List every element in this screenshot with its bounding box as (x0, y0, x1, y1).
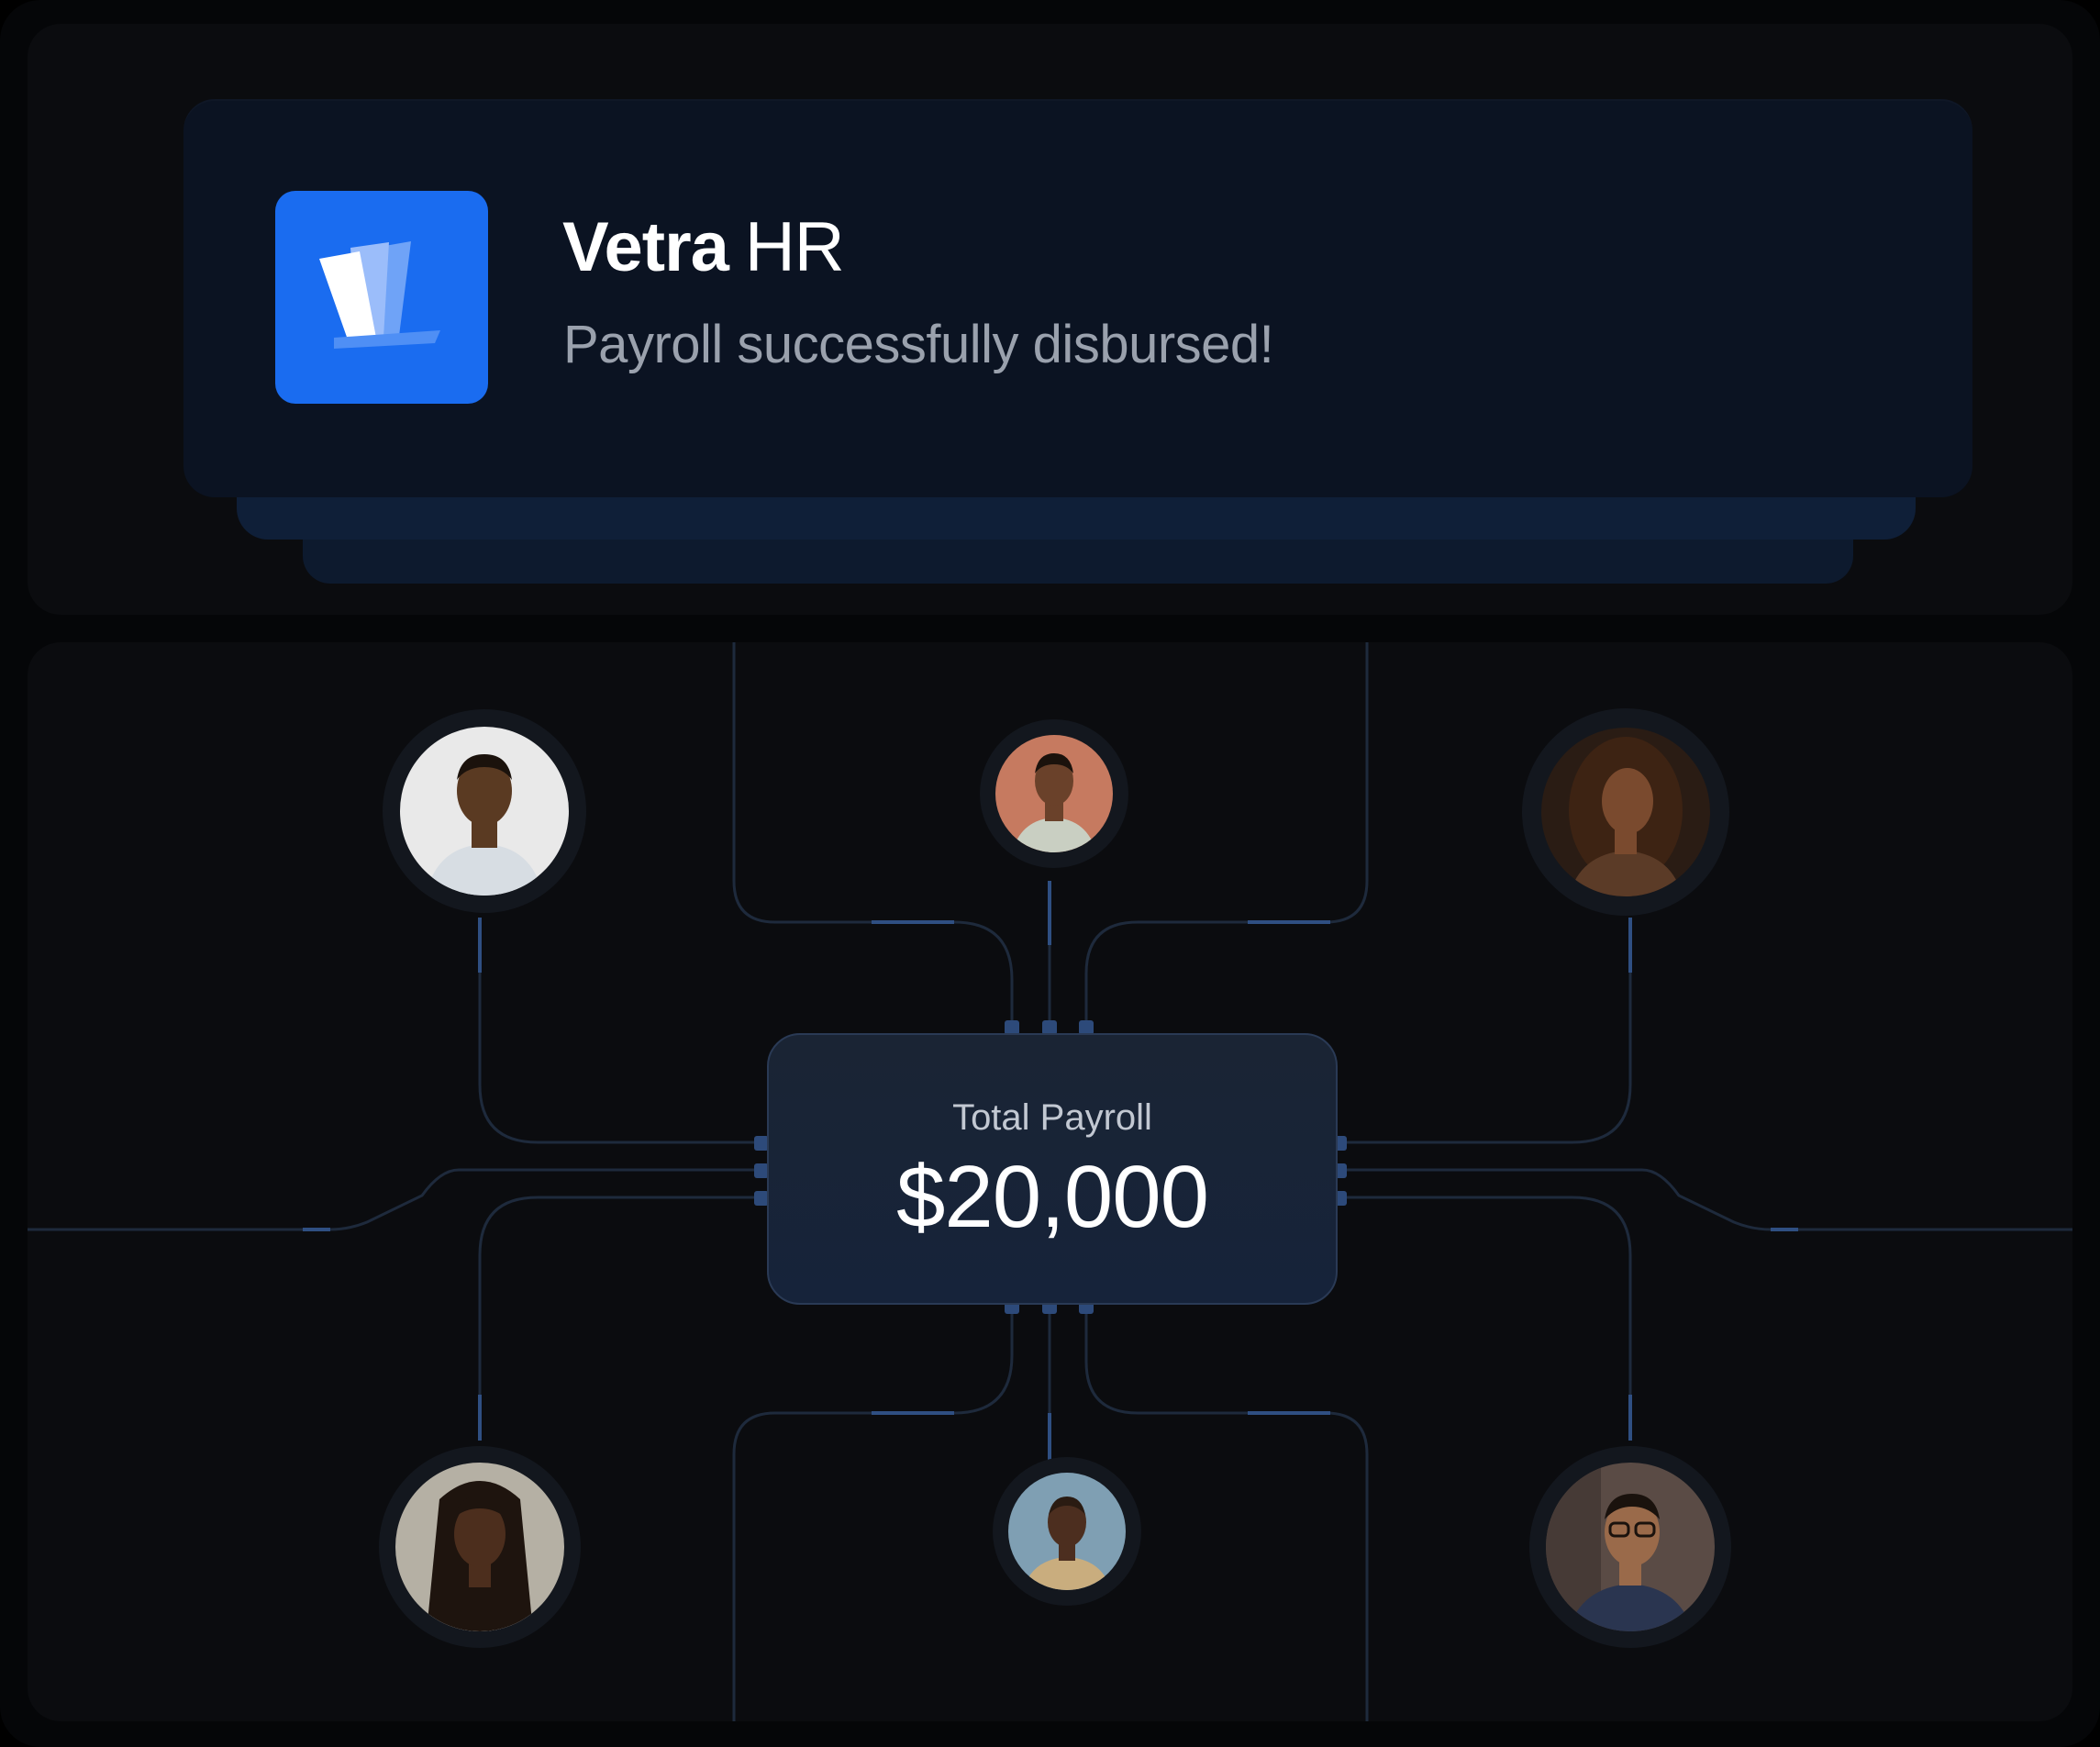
notification-panel: Vetra HR Payroll successfully disbursed! (28, 24, 2072, 615)
notification-message: Payroll successfully disbursed! (563, 315, 1274, 374)
person-avatar-icon (995, 735, 1113, 852)
notification-card[interactable]: Vetra HR Payroll successfully disbursed! (183, 99, 1972, 497)
total-payroll-card: Total Payroll $20,000 (767, 1033, 1338, 1305)
person-avatar-icon (1546, 1463, 1715, 1631)
app-name: Vetra HR (562, 207, 845, 287)
app-brand: Vetra (562, 208, 729, 286)
employee-4-avatar[interactable] (395, 1463, 564, 1631)
vetra-logo-icon (275, 191, 488, 404)
person-avatar-icon (400, 727, 569, 896)
person-avatar-icon (395, 1463, 564, 1631)
employee-6-avatar[interactable] (1546, 1463, 1715, 1631)
employee-2-avatar[interactable] (995, 735, 1113, 852)
app-suffix: HR (744, 208, 845, 286)
payroll-distribution-panel: Total Payroll $20,000 (28, 642, 2072, 1721)
total-payroll-label: Total Payroll (952, 1097, 1152, 1138)
employee-1-avatar[interactable] (400, 727, 569, 896)
person-avatar-icon (1541, 728, 1710, 896)
person-avatar-icon (1008, 1473, 1126, 1590)
total-payroll-amount: $20,000 (895, 1148, 1209, 1246)
employee-5-avatar[interactable] (1008, 1473, 1126, 1590)
employee-3-avatar[interactable] (1541, 728, 1710, 896)
payroll-widget: VetraHR Payroll successfully disbursed! (0, 0, 2100, 1747)
